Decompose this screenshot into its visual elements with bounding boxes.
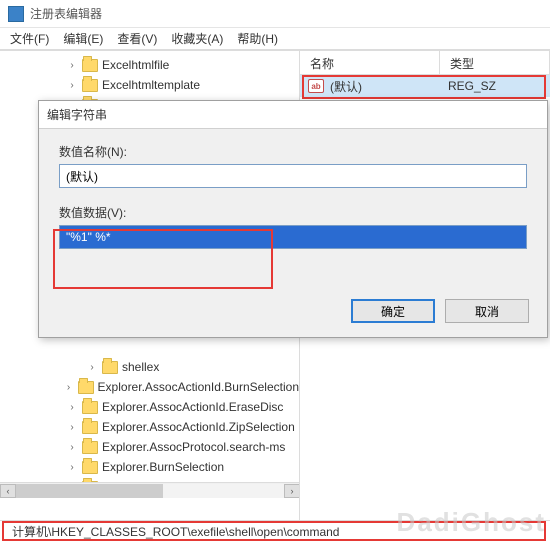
chevron-right-icon[interactable]: › — [66, 441, 78, 453]
titlebar: 注册表编辑器 — [0, 0, 550, 28]
chevron-right-icon[interactable]: › — [66, 59, 78, 71]
value-data-input[interactable] — [59, 225, 527, 249]
registry-path: 计算机\HKEY_CLASSES_ROOT\exefile\shell\open… — [8, 522, 343, 541]
folder-icon — [82, 441, 98, 454]
dialog-title: 编辑字符串 — [39, 101, 547, 129]
dialog-body: 数值名称(N): 数值数据(V): — [39, 129, 547, 259]
column-type[interactable]: 类型 — [440, 51, 550, 74]
list-header: 名称 类型 — [300, 51, 550, 75]
value-type: REG_SZ — [448, 79, 496, 93]
folder-icon — [82, 401, 98, 414]
value-name-input[interactable] — [59, 164, 527, 188]
chevron-right-icon[interactable]: › — [66, 79, 78, 91]
tree-label: Explorer.BurnSelection — [102, 460, 224, 474]
folder-icon — [82, 79, 98, 92]
value-name-label: 数值名称(N): — [59, 143, 527, 160]
chevron-right-icon[interactable]: › — [66, 401, 78, 413]
cancel-button[interactable]: 取消 — [445, 299, 529, 323]
tree-item[interactable]: › Explorer.AssocActionId.BurnSelection — [2, 377, 299, 397]
edit-string-dialog: 编辑字符串 数值名称(N): 数值数据(V): 确定 取消 — [38, 100, 548, 338]
tree-item[interactable]: › Explorer.AssocActionId.ZipSelection — [2, 417, 299, 437]
menu-edit[interactable]: 编辑(E) — [63, 30, 103, 47]
folder-icon — [78, 381, 93, 394]
folder-icon — [102, 361, 118, 374]
menu-file[interactable]: 文件(F) — [10, 30, 49, 47]
tree-item[interactable]: › Explorer.BurnSelection — [2, 457, 299, 477]
scroll-track[interactable] — [16, 484, 284, 498]
string-value-icon: ab — [308, 79, 324, 93]
list-row[interactable]: ab (默认) REG_SZ — [300, 75, 550, 97]
app-icon — [8, 6, 24, 22]
scroll-right-icon[interactable]: › — [284, 484, 300, 498]
statusbar: 计算机\HKEY_CLASSES_ROOT\exefile\shell\open… — [0, 520, 550, 542]
menubar: 文件(F) 编辑(E) 查看(V) 收藏夹(A) 帮助(H) — [0, 28, 550, 50]
menu-view[interactable]: 查看(V) — [117, 30, 157, 47]
folder-icon — [82, 421, 98, 434]
column-name[interactable]: 名称 — [300, 51, 440, 74]
ok-button[interactable]: 确定 — [351, 299, 435, 323]
folder-icon — [82, 59, 98, 72]
folder-icon — [82, 461, 98, 474]
tree-item[interactable]: › Excelhtmltemplate — [2, 75, 299, 95]
chevron-right-icon[interactable]: › — [66, 461, 78, 473]
tree-label: shellex — [122, 360, 159, 374]
menu-help[interactable]: 帮助(H) — [237, 30, 278, 47]
chevron-right-icon[interactable]: › — [63, 381, 74, 393]
menu-favorites[interactable]: 收藏夹(A) — [171, 30, 223, 47]
chevron-right-icon[interactable]: › — [66, 421, 78, 433]
tree-item[interactable]: › shellex — [2, 357, 299, 377]
value-name: (默认) — [330, 78, 362, 95]
tree-label: Explorer.AssocProtocol.search-ms — [102, 440, 285, 454]
tree-horizontal-scrollbar[interactable]: ‹ › — [0, 482, 300, 498]
value-data-label: 数值数据(V): — [59, 204, 527, 221]
tree-item[interactable]: › Excelhtmlfile — [2, 55, 299, 75]
tree-label: Explorer.AssocActionId.EraseDisc — [102, 400, 283, 414]
tree-label: Excelhtmlfile — [102, 58, 169, 72]
tree-item[interactable]: › Explorer.AssocActionId.EraseDisc — [2, 397, 299, 417]
tree-item[interactable]: › Explorer.AssocProtocol.search-ms — [2, 437, 299, 457]
tree-label: Excelhtmltemplate — [102, 78, 200, 92]
window-title: 注册表编辑器 — [30, 5, 102, 22]
tree-label: Explorer.AssocActionId.BurnSelection — [98, 380, 299, 394]
chevron-right-icon[interactable]: › — [86, 361, 98, 373]
scroll-left-icon[interactable]: ‹ — [0, 484, 16, 498]
scroll-thumb[interactable] — [16, 484, 163, 498]
tree-label: Explorer.AssocActionId.ZipSelection — [102, 420, 295, 434]
dialog-buttons: 确定 取消 — [351, 299, 529, 323]
